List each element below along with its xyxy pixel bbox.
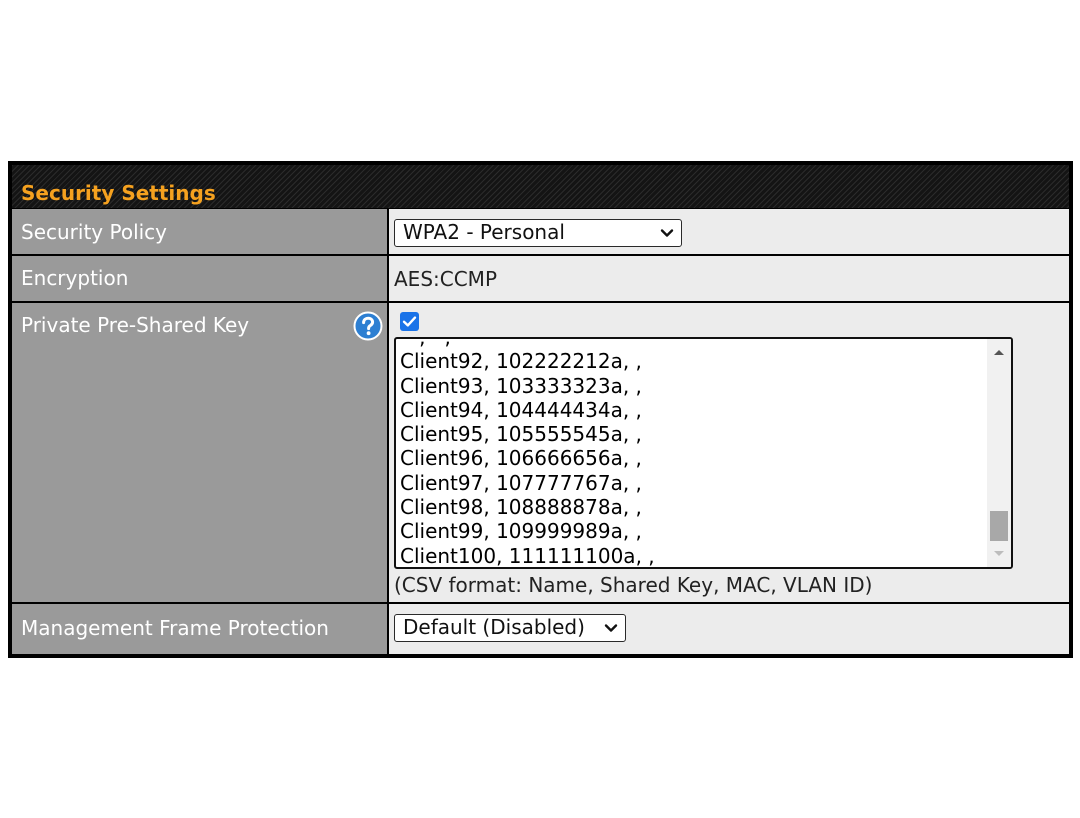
- scroll-down-arrow-icon[interactable]: [992, 549, 1006, 559]
- encryption-value-cell: AES:CCMP: [389, 256, 1069, 301]
- mgmt-frame-protection-row: Management Frame Protection Default (Dis…: [12, 604, 1069, 654]
- private-psk-textarea[interactable]: , , Client92, 102222212a, , Client93, 1033…: [394, 337, 1013, 569]
- private-psk-label-cell: Private Pre-Shared Key: [12, 303, 387, 602]
- panel-title: Security Settings: [21, 181, 216, 205]
- security-policy-select[interactable]: WPA2 - Personal: [394, 219, 682, 247]
- list-item: Client99, 109999989a, ,: [400, 519, 642, 544]
- mgmt-frame-protection-value-cell: Default (Disabled): [389, 604, 1069, 654]
- private-psk-checkbox[interactable]: [400, 312, 419, 331]
- list-item: Client97, 107777767a, ,: [400, 470, 642, 495]
- scrollbar-thumb[interactable]: [990, 511, 1008, 541]
- mgmt-frame-protection-label: Management Frame Protection: [21, 616, 329, 640]
- list-item: Client93, 103333323a, ,: [400, 373, 642, 398]
- list-item: Client100, 111111100a, ,: [400, 543, 655, 568]
- security-policy-label-cell: Security Policy: [12, 209, 387, 254]
- psk-client-list: , , Client92, 102222212a, , Client93, 1033…: [400, 337, 655, 568]
- security-settings-panel: Security Settings Security Policy WPA2 -…: [8, 161, 1073, 658]
- question-circle-icon[interactable]: [353, 311, 383, 341]
- mgmt-frame-protection-label-cell: Management Frame Protection: [12, 604, 387, 654]
- textarea-scrollbar[interactable]: [987, 339, 1011, 567]
- mgmt-frame-protection-select-value: Default (Disabled): [403, 615, 585, 639]
- private-psk-value-cell: , , Client92, 102222212a, , Client93, 1033…: [389, 303, 1069, 602]
- security-policy-select-value: WPA2 - Personal: [403, 220, 565, 244]
- panel-header: Security Settings: [12, 165, 1069, 209]
- checkmark-icon: [402, 316, 417, 327]
- mgmt-frame-protection-select[interactable]: Default (Disabled): [394, 614, 626, 642]
- private-psk-label: Private Pre-Shared Key: [21, 313, 250, 337]
- list-item: Client92, 102222212a, ,: [400, 349, 642, 374]
- list-item: Client98, 108888878a, ,: [400, 495, 642, 520]
- list-item: Client96, 106666656a, ,: [400, 446, 642, 471]
- encryption-label-cell: Encryption: [12, 256, 387, 301]
- chevron-down-icon: [660, 229, 674, 237]
- psk-partial-line: , ,: [400, 337, 451, 349]
- security-policy-row: Security Policy WPA2 - Personal: [12, 209, 1069, 254]
- list-item: Client95, 105555545a, ,: [400, 422, 642, 447]
- chevron-down-icon: [604, 624, 618, 632]
- encryption-value: AES:CCMP: [394, 267, 497, 291]
- list-item: Client94, 104444434a, ,: [400, 397, 642, 422]
- security-policy-value-cell: WPA2 - Personal: [389, 209, 1069, 254]
- csv-format-hint: (CSV format: Name, Shared Key, MAC, VLAN…: [394, 573, 873, 597]
- encryption-row: Encryption AES:CCMP: [12, 256, 1069, 301]
- private-psk-row: Private Pre-Shared Key , , Client92, 1022…: [12, 303, 1069, 602]
- scroll-up-arrow-icon[interactable]: [992, 347, 1006, 357]
- security-policy-label: Security Policy: [21, 220, 168, 244]
- encryption-label: Encryption: [21, 266, 129, 290]
